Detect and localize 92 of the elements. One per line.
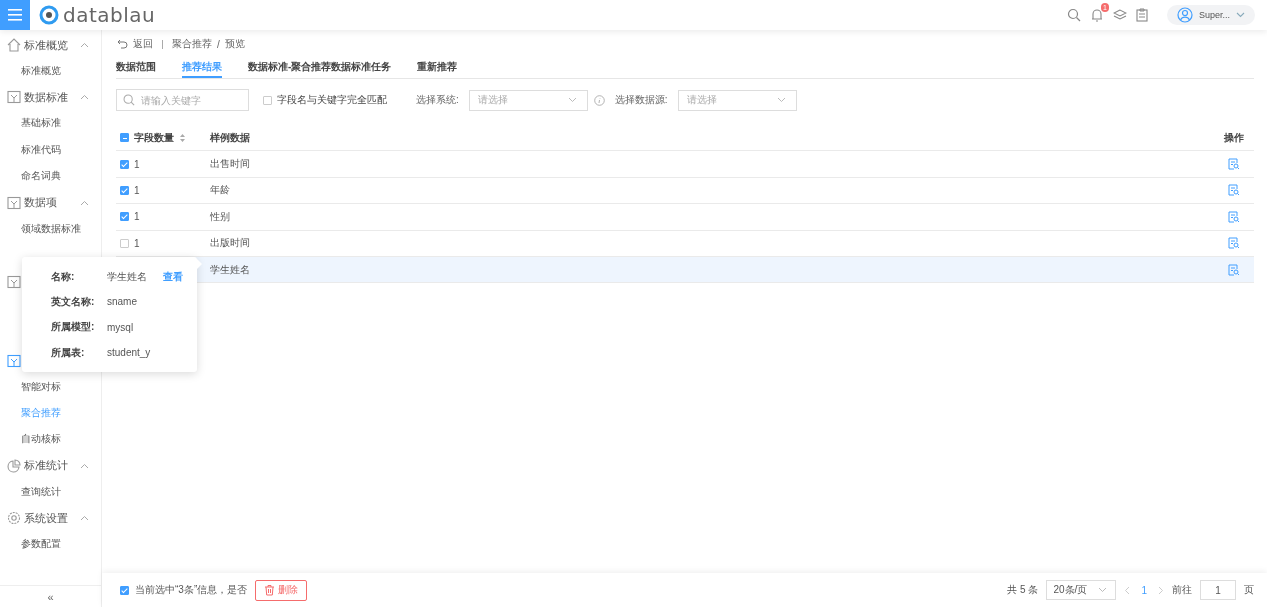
chevron-down-icon <box>1236 12 1245 18</box>
sidebar-item[interactable]: 标准概览 <box>0 58 101 85</box>
sidebar-group-title[interactable]: 标准概览 <box>24 37 68 53</box>
checkbox[interactable] <box>263 95 272 105</box>
row-checkbox[interactable] <box>120 185 129 195</box>
detail-label: 名称: <box>51 269 76 284</box>
chevron-up-icon[interactable] <box>80 42 89 48</box>
table-cell: 1 <box>134 184 140 196</box>
chevron-down-icon <box>1098 587 1108 593</box>
selection-message: 当前选中“3条”信息，是否 <box>135 583 248 597</box>
field-label: 选择数据源: <box>614 93 668 107</box>
sidebar-item[interactable]: 查询统计 <box>0 478 101 506</box>
page-input[interactable]: 1 <box>1200 580 1236 600</box>
breadcrumb-item: 预览 <box>224 37 245 51</box>
table-row[interactable]: 1 年龄 <box>116 177 1254 205</box>
back-arrow-icon[interactable] <box>117 39 128 49</box>
search-icon[interactable] <box>1066 8 1081 22</box>
goto-label: 前往 <box>1172 583 1192 597</box>
table-cell: 出售时间 <box>210 158 250 170</box>
detail-value: mysql <box>107 321 134 333</box>
chevron-up-icon[interactable] <box>80 94 89 101</box>
column-header: 样例数据 <box>210 131 250 143</box>
field-label: 选择系统: <box>416 93 459 107</box>
detail-label: 英文名称: <box>51 294 96 309</box>
sidebar-group-title[interactable]: 系统设置 <box>24 510 68 526</box>
select-all-checkbox[interactable] <box>120 133 129 143</box>
avatar-icon <box>1176 7 1193 23</box>
view-details-icon[interactable] <box>1228 210 1240 223</box>
chevron-down-icon <box>776 97 786 103</box>
detail-value: sname <box>107 296 137 308</box>
sort-icon[interactable] <box>179 132 186 143</box>
logo-text: datablau <box>63 3 156 27</box>
detail-value: student_y <box>107 347 151 359</box>
table-row[interactable]: 1 性别 <box>116 204 1254 231</box>
tab[interactable]: 重新推荐 <box>417 58 458 78</box>
sidebar-group-title[interactable]: 数据项 <box>24 195 57 211</box>
chevron-left-icon[interactable] <box>1124 585 1131 595</box>
search-icon <box>123 94 135 106</box>
checkbox-label: 字段名与关键字完全匹配 <box>277 93 387 107</box>
row-checkbox[interactable] <box>120 238 129 248</box>
row-checkbox[interactable] <box>120 159 129 169</box>
back-link[interactable]: 返回 <box>133 37 153 51</box>
sidebar-item[interactable]: 领域数据标准 <box>0 215 101 242</box>
sidebar-item[interactable]: 参数配置 <box>0 531 101 558</box>
breadcrumb-item[interactable]: 聚合推荐 <box>172 37 212 51</box>
sidebar-item[interactable]: 智能对标 <box>0 373 101 400</box>
tab[interactable]: 数据范围 <box>116 58 156 78</box>
menu-button[interactable] <box>0 0 30 30</box>
chevron-up-icon[interactable] <box>80 199 89 206</box>
view-details-icon[interactable] <box>1228 237 1240 250</box>
sidebar-item[interactable]: 标准代码 <box>0 136 101 164</box>
table-cell: 1 <box>134 158 140 170</box>
chevron-up-icon[interactable] <box>80 462 89 469</box>
sidebar-item[interactable]: 命名词典 <box>0 163 101 190</box>
user-menu[interactable]: Super... <box>1166 5 1255 25</box>
table-row[interactable]: 1 出售时间 <box>116 151 1254 178</box>
chevron-up-icon[interactable] <box>80 515 89 522</box>
view-details-icon[interactable] <box>1228 263 1240 276</box>
trash-icon <box>264 584 276 596</box>
table-cell: 出版时间 <box>210 237 250 249</box>
bell-icon[interactable] <box>1089 8 1104 22</box>
info-icon[interactable] <box>593 94 605 106</box>
layers-icon[interactable] <box>1112 8 1127 22</box>
row-checkbox[interactable] <box>120 212 129 222</box>
clipboard-icon[interactable] <box>1135 8 1148 22</box>
tab[interactable]: 数据标准-聚合推荐数据标准任务 <box>248 58 392 78</box>
search-field[interactable]: 请输入关键字 <box>116 89 249 111</box>
table-cell: 1 <box>134 211 140 223</box>
detail-label: 所属模型: <box>51 320 96 335</box>
page-unit: 页 <box>1244 583 1254 597</box>
table-cell: 年龄 <box>210 184 230 196</box>
table-row[interactable]: 1 出版时间 <box>116 230 1254 257</box>
sidebar-item[interactable]: 基础标准 <box>0 110 101 137</box>
view-details-icon[interactable] <box>1228 158 1240 171</box>
total-count: 共 5 条 <box>1007 583 1039 597</box>
page-size-select[interactable]: 20条/页 <box>1046 580 1117 600</box>
detail-label: 所属表: <box>51 345 86 360</box>
logo-icon <box>39 5 59 25</box>
column-header: 操作 <box>1224 130 1244 145</box>
chevron-down-icon <box>567 97 577 103</box>
view-details-icon[interactable] <box>1228 184 1240 197</box>
table-cell: 1 <box>134 237 140 249</box>
sidebar-group-title[interactable]: 标准统计 <box>24 458 68 474</box>
menu-icon <box>8 9 22 21</box>
sidebar-item[interactable]: 自动核标 <box>0 426 101 453</box>
sidebar-group-title[interactable]: 数据标准 <box>24 89 68 105</box>
table-cell: 学生姓名 <box>210 263 250 275</box>
checkbox[interactable] <box>120 585 129 595</box>
table-cell: 性别 <box>210 210 230 222</box>
column-header[interactable]: 字段数量 <box>134 130 174 145</box>
chevron-right-icon[interactable] <box>1158 585 1164 595</box>
breadcrumb-separator: / <box>217 38 220 50</box>
